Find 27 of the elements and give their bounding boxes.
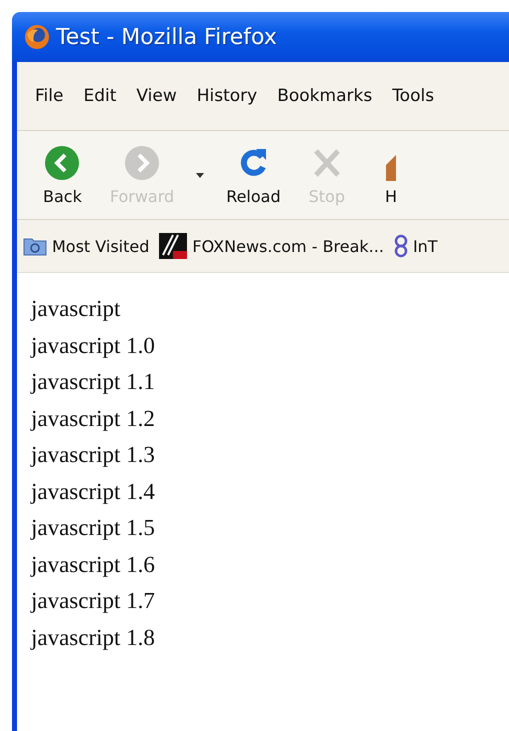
menu-item[interactable]: File <box>25 86 74 106</box>
text-line: javascript 1.7 <box>31 587 156 615</box>
menu-item[interactable]: Bookmarks <box>267 86 382 106</box>
text-line: javascript 1.2 <box>31 404 156 433</box>
toolbar-button[interactable]: H <box>361 144 421 206</box>
text-line: javascript 1.5 <box>31 514 156 542</box>
text-line: javascript 1.1 <box>31 368 156 396</box>
text-line: javascript 1.4 <box>31 478 156 506</box>
text-line: javascript 1.8 <box>31 624 156 652</box>
news-logo-icon <box>159 233 188 259</box>
bookmark-link[interactable]: Most Visited <box>23 236 150 256</box>
menu-item[interactable]: Tools <box>382 86 444 106</box>
caret-icon <box>196 172 204 178</box>
menu-item[interactable]: Edit <box>73 86 126 106</box>
text-line: javascript 1.0 <box>31 332 156 360</box>
text-line: javascript 1.3 <box>31 441 156 469</box>
toolbar-button[interactable]: Reload <box>214 144 293 206</box>
text-line: javascript 1.6 <box>31 550 156 579</box>
window-title: Test - Mozilla Firefox <box>56 24 277 50</box>
menu-item[interactable]: History <box>186 86 268 106</box>
bookmark-link[interactable]: InT <box>394 234 438 258</box>
folder-icon <box>23 236 47 256</box>
text-line: javascript <box>31 295 122 323</box>
menu-item[interactable]: View <box>126 86 187 106</box>
browser-logo-icon <box>24 24 50 50</box>
bookmark-link[interactable]: FOXNews.com - Break... <box>159 233 384 259</box>
toolbar-button[interactable]: Back <box>31 144 94 206</box>
